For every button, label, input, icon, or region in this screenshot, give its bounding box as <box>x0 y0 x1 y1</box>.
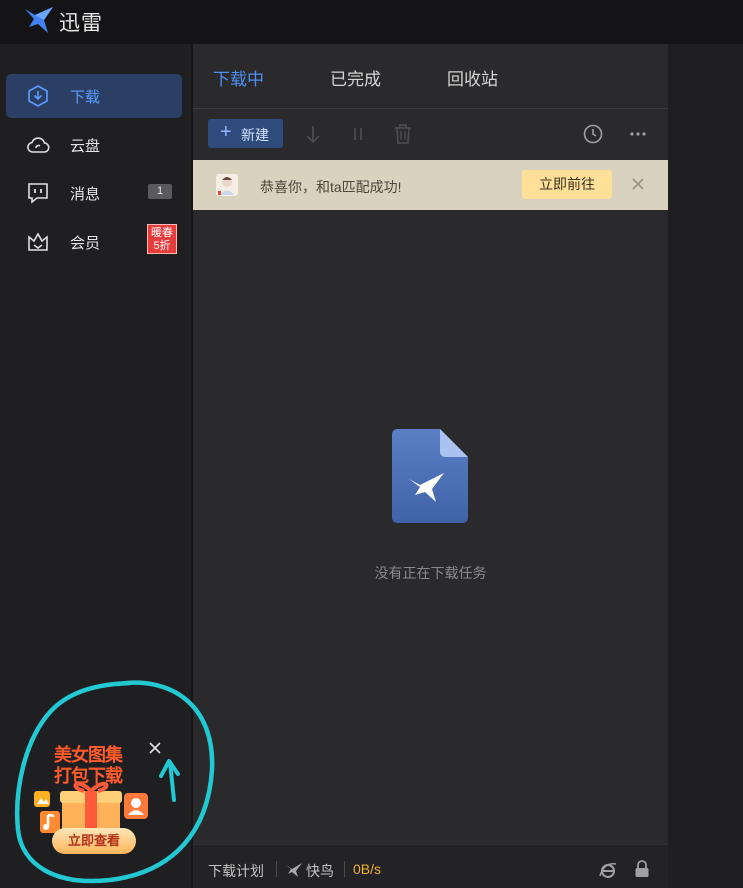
notification-go-button[interactable]: 立即前往 <box>522 170 612 199</box>
avatar-icon <box>218 177 234 195</box>
download-arrow-icon[interactable] <box>299 120 327 148</box>
sidebar-item-cloud[interactable]: 云盘 <box>6 123 182 167</box>
crown-icon <box>28 232 48 251</box>
tab-downloading[interactable]: 下载中 <box>213 65 264 90</box>
status-bar: 下载计划 快鸟 0B/s <box>193 844 668 888</box>
cloud-icon <box>27 137 50 153</box>
notification-bar: 恭喜你，和ta匹配成功! 立即前往 <box>193 160 668 210</box>
tab-completed[interactable]: 已完成 <box>330 65 381 90</box>
notification-text: 恭喜你，和ta匹配成功! <box>260 179 402 195</box>
download-plan-link[interactable]: 下载计划 <box>208 861 264 881</box>
sidebar: 下载 云盘 消息 1 会员 暖春 5折 美女图集 打包下载 立即查看 <box>0 44 192 887</box>
lock-icon[interactable] <box>633 859 651 879</box>
promo-badge-line2: 5折 <box>153 240 171 252</box>
avatar <box>216 174 238 196</box>
main-panel: 下载中 已完成 回收站 + 新建 恭喜你，和ta匹配成功! 立即前往 没有正在下… <box>193 44 668 888</box>
new-task-label: 新建 <box>241 127 269 143</box>
bird-icon <box>286 863 302 877</box>
sidebar-item-messages[interactable]: 消息 1 <box>6 171 182 215</box>
plus-icon: + <box>220 121 232 143</box>
sidebar-item-label: 下载 <box>70 89 101 106</box>
status-divider <box>276 861 277 877</box>
download-speed: 0B/s <box>353 861 382 877</box>
unread-count-badge: 1 <box>148 184 172 199</box>
message-icon <box>28 183 48 204</box>
sidebar-item-download[interactable]: 下载 <box>6 74 182 118</box>
sidebar-item-label: 消息 <box>70 186 101 203</box>
new-task-button[interactable]: + 新建 <box>208 119 283 148</box>
thunder-bird-logo-icon <box>25 7 53 33</box>
title-bar: 迅雷 <box>0 0 743 44</box>
fast-bird-link[interactable]: 快鸟 <box>306 861 334 881</box>
download-circle-icon <box>28 85 48 107</box>
ad-close-icon[interactable] <box>146 739 164 757</box>
close-icon[interactable] <box>627 173 649 195</box>
promo-badge-line1: 暖春 <box>151 227 173 239</box>
app-title: 迅雷 <box>59 12 103 35</box>
tab-divider <box>193 108 668 109</box>
clock-icon[interactable] <box>579 120 607 148</box>
sidebar-item-vip[interactable]: 会员 暖春 5折 <box>6 220 182 264</box>
promo-badge[interactable]: 暖春 5折 <box>147 224 177 254</box>
ad-view-button[interactable]: 立即查看 <box>52 828 136 854</box>
sidebar-item-label: 云盘 <box>70 138 101 155</box>
status-divider <box>344 861 345 877</box>
sidebar-item-label: 会员 <box>70 235 101 252</box>
tab-recycle-bin[interactable]: 回收站 <box>447 65 498 90</box>
browser-ie-icon[interactable] <box>598 860 618 880</box>
empty-file-icon <box>392 429 468 523</box>
pause-icon[interactable] <box>344 120 372 148</box>
empty-state-text: 没有正在下载任务 <box>374 565 487 581</box>
trash-icon[interactable] <box>389 120 417 148</box>
right-gutter <box>668 44 743 887</box>
more-icon[interactable] <box>624 120 652 148</box>
promo-ad[interactable]: 美女图集 打包下载 立即查看 <box>24 737 174 861</box>
